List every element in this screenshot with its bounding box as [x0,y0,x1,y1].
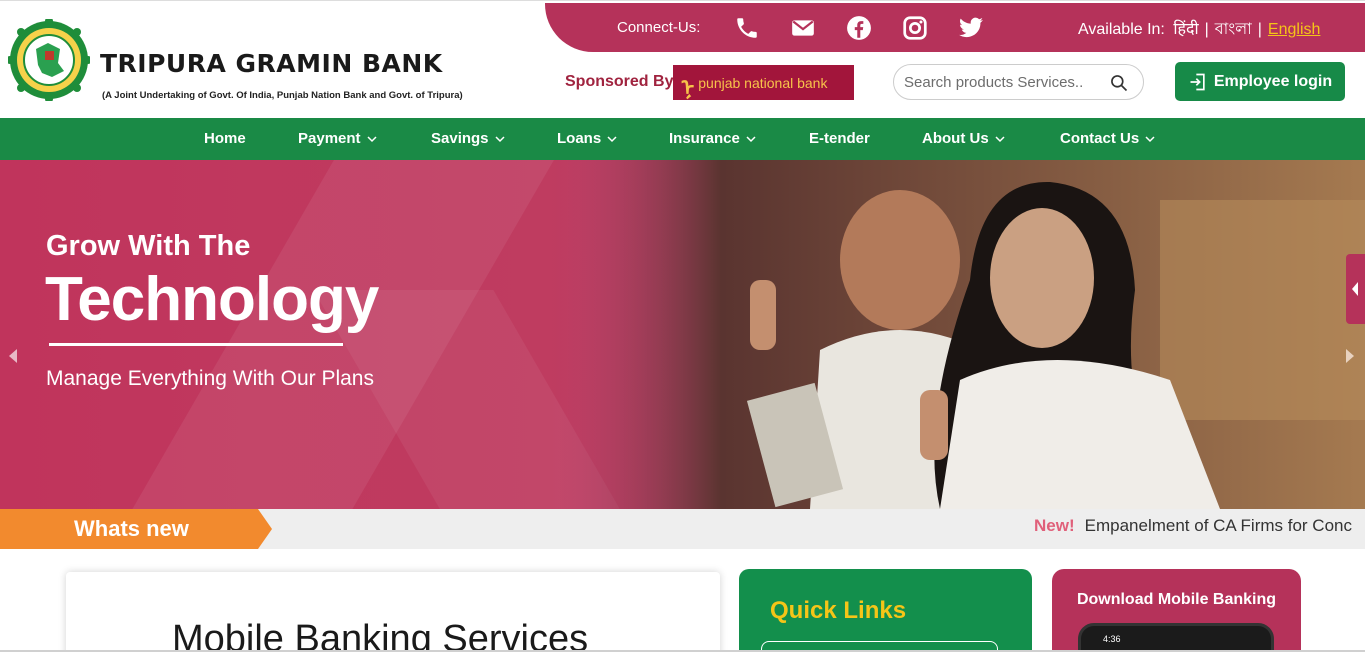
whats-new-label: Whats new [0,509,272,549]
nav-label: Home [204,130,246,147]
hero-divider [49,343,343,346]
brand-subtitle: (A Joint Undertaking of Govt. Of India, … [102,90,463,101]
mail-icon[interactable] [790,15,816,41]
search-input[interactable] [904,72,1104,92]
language-selector: Available In: हिंदी | বাংলা | English [1078,16,1320,43]
news-ticker[interactable]: New! Empanelment of CA Firms for Conc [1034,516,1352,536]
employee-login-button[interactable]: Employee login [1175,62,1345,101]
facebook-icon[interactable] [846,15,872,41]
nav-loans[interactable]: Loans [557,130,618,147]
phone-icon[interactable] [734,15,760,41]
chevron-down-icon [367,135,377,142]
phone-time: 4:36 [1103,634,1121,644]
nav-label: Contact Us [1060,130,1140,147]
caret-left-icon [1352,282,1358,296]
pnb-logo-text: punjab national bank [698,74,828,91]
nav-contact-us[interactable]: Contact Us [1060,130,1156,147]
hero-banner: Grow With The Technology Manage Everythi… [0,160,1365,509]
lang-separator: | [1204,21,1209,38]
lang-bengali[interactable]: বাংলা [1215,21,1252,38]
quick-links-title: Quick Links [770,597,907,624]
sponsored-label: Sponsored By [565,73,674,90]
lang-separator: | [1257,21,1262,38]
top-contact-bar: Connect-Us: Available In: हिंदी | বাংলা | En… [545,3,1365,52]
nav-label: About Us [922,130,989,147]
chevron-down-icon [746,135,756,142]
bank-logo[interactable] [8,19,90,101]
nav-label: Loans [557,130,602,147]
chevron-down-icon [607,135,617,142]
instagram-icon[interactable] [902,15,928,41]
chevron-down-icon [1145,135,1155,142]
nav-label: Savings [431,130,489,147]
nav-label: Insurance [669,130,740,147]
hero-subtitle: Manage Everything With Our Plans [46,367,374,390]
search-box [893,64,1144,100]
nav-about-us[interactable]: About Us [922,130,1006,147]
app-download-card: Download Mobile Banking 4:36 [1052,569,1301,652]
login-icon [1190,73,1205,90]
news-ticker-text: Empanelment of CA Firms for Conc [1084,516,1352,535]
chevron-down-icon [995,135,1005,142]
brand-name: TRIPURA GRAMIN BANK [100,49,443,78]
twitter-icon[interactable] [958,15,984,41]
nav-etender[interactable]: E-tender [809,130,870,147]
carousel-prev-icon[interactable] [6,346,20,366]
whats-new-bar: Whats new New! Empanelment of CA Firms fo… [0,509,1365,549]
site-header: TRIPURA GRAMIN BANK (A Joint Undertaking… [0,0,1365,118]
pnb-mark-icon: ᠨ [681,74,695,100]
hero-title-line1: Grow With The [46,230,251,262]
nav-label: E-tender [809,130,870,147]
mobile-banking-card: Mobile Banking Services [66,572,720,652]
search-icon[interactable] [1109,73,1129,93]
phone-mockup: 4:36 [1078,623,1274,652]
hero-title-line2: Technology [45,265,379,334]
quick-links-card: Quick Links [739,569,1032,652]
lang-english[interactable]: English [1268,21,1320,38]
chevron-down-icon [495,135,505,142]
mobile-banking-title: Mobile Banking Services [172,618,589,652]
pnb-logo[interactable]: ᠨ punjab national bank [673,65,854,100]
nav-payment[interactable]: Payment [298,130,378,147]
connect-label: Connect-Us: [617,19,701,36]
employee-login-label: Employee login [1213,72,1333,90]
nav-label: Payment [298,130,361,147]
nav-insurance[interactable]: Insurance [669,130,757,147]
app-download-title: Download Mobile Banking [1076,591,1277,608]
nav-home[interactable]: Home [204,130,246,147]
new-badge: New! [1034,516,1075,535]
main-nav: Home Payment Savings Loans Insurance E-t… [0,118,1365,160]
available-label: Available In: [1078,21,1165,38]
carousel-next-icon[interactable] [1343,346,1357,366]
hero-couple-image [560,160,1365,509]
nav-savings[interactable]: Savings [431,130,506,147]
side-panel-toggle[interactable] [1346,254,1365,324]
lang-hindi[interactable]: हिंदी [1173,21,1198,38]
